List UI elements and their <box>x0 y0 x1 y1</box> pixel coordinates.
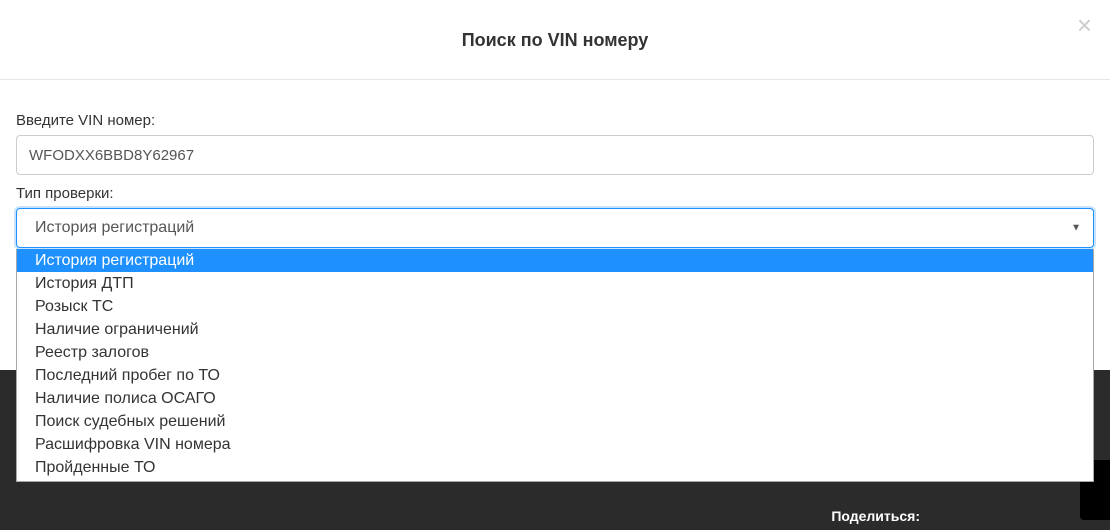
check-type-option[interactable]: Пройденные ТО <box>17 456 1093 479</box>
vin-input-label: Введите VIN номер: <box>16 112 1094 129</box>
check-type-option[interactable]: Реестр залогов <box>17 341 1093 364</box>
check-type-option[interactable]: Наличие ограничений <box>17 318 1093 341</box>
modal-body: Введите VIN номер: Тип проверки: История… <box>0 80 1110 248</box>
share-label: Поделиться: <box>831 508 920 524</box>
close-icon[interactable]: × <box>1077 12 1092 38</box>
chevron-down-icon: ▼ <box>1071 223 1081 234</box>
check-type-select[interactable]: История регистраций ▼ <box>16 208 1094 248</box>
modal-title: Поиск по VIN номеру <box>0 30 1110 51</box>
check-type-dropdown[interactable]: История регистрацийИстория ДТПРозыск ТСН… <box>16 249 1094 482</box>
check-type-selected-value: История регистраций <box>35 219 194 237</box>
check-type-option[interactable]: Наличие полиса ОСАГО <box>17 387 1093 410</box>
check-type-option[interactable]: История ДТП <box>17 272 1093 295</box>
check-type-option[interactable]: Розыск ТС <box>17 295 1093 318</box>
check-type-option[interactable]: Расшифровка VIN номера <box>17 433 1093 456</box>
check-type-label: Тип проверки: <box>16 185 1094 202</box>
vin-input[interactable] <box>16 135 1094 175</box>
check-type-option[interactable]: Поиск судебных решений <box>17 410 1093 433</box>
check-type-option[interactable]: История регистраций <box>17 249 1093 272</box>
check-type-option[interactable]: Последний пробег по ТО <box>17 364 1093 387</box>
modal-header: Поиск по VIN номеру × <box>0 0 1110 80</box>
